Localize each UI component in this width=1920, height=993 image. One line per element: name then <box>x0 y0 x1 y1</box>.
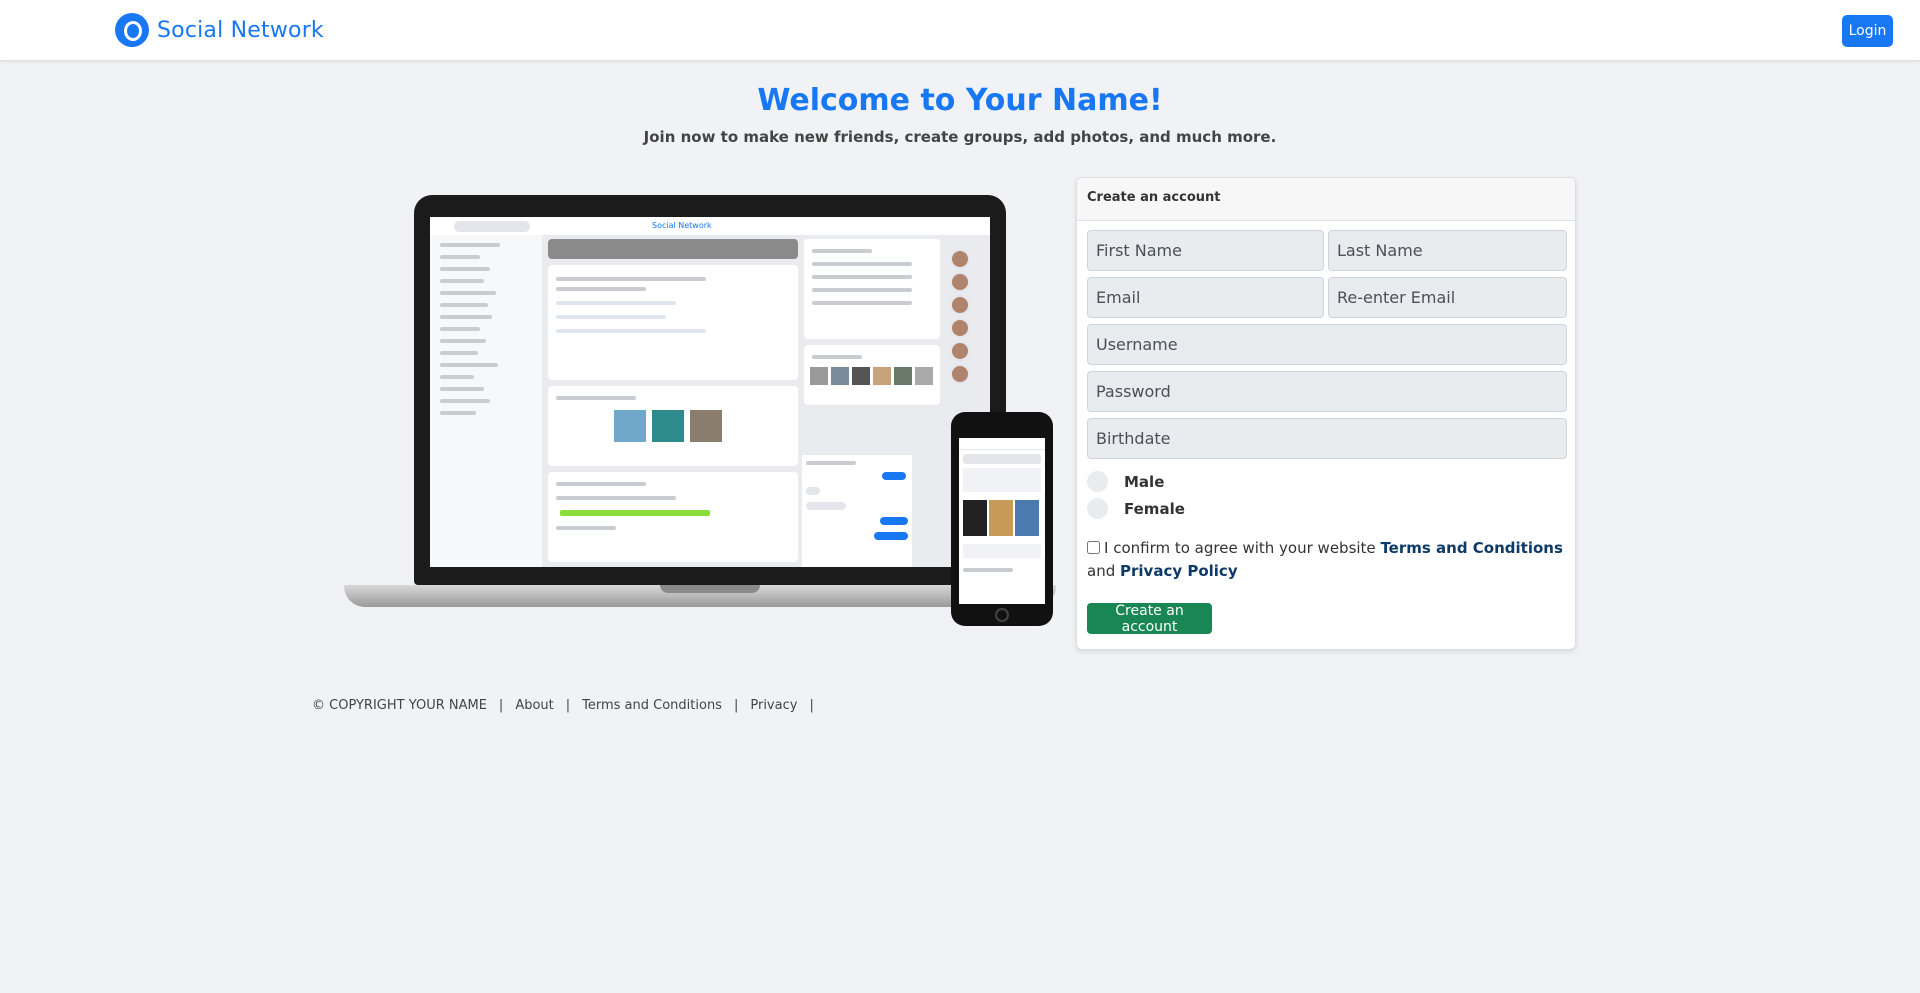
gender-female-option[interactable]: Female <box>1087 498 1185 519</box>
page-title: Welcome to Your Name! <box>757 83 1163 118</box>
login-button[interactable]: Login <box>1842 15 1893 47</box>
username-input[interactable] <box>1087 324 1567 365</box>
gender-male-option[interactable]: Male <box>1087 471 1164 492</box>
female-radio[interactable] <box>1087 498 1108 519</box>
footer-separator: | <box>565 698 571 713</box>
signup-card-header: Create an account <box>1077 178 1575 221</box>
mini-sidebar <box>430 235 542 567</box>
reenter-email-input[interactable] <box>1328 277 1567 318</box>
female-label: Female <box>1124 499 1185 518</box>
devices-illustration: Social Network <box>344 195 1056 615</box>
footer-about-link[interactable]: About <box>515 698 553 713</box>
mini-brand: Social Network <box>652 221 712 230</box>
footer-separator: | <box>733 698 739 713</box>
mini-online-avatars <box>950 249 976 387</box>
brand-logo-icon <box>115 13 149 47</box>
phone-illustration <box>951 412 1053 626</box>
mini-topbar: Social Network <box>430 217 990 235</box>
last-name-input[interactable] <box>1328 230 1567 271</box>
email-input[interactable] <box>1087 277 1324 318</box>
page-footer: © COPYRIGHT YOUR NAME | About | Terms an… <box>312 698 826 713</box>
copyright-text: © COPYRIGHT YOUR NAME <box>312 698 487 713</box>
mini-search-bar <box>454 221 530 232</box>
mini-feed <box>548 239 798 567</box>
create-account-button[interactable]: Create an account <box>1087 603 1212 635</box>
page-subtitle: Join now to make new friends, create gro… <box>643 128 1277 146</box>
birthdate-input[interactable] <box>1087 418 1567 459</box>
password-input[interactable] <box>1087 371 1567 412</box>
phone-home-button <box>995 608 1009 622</box>
male-radio[interactable] <box>1087 471 1108 492</box>
signup-card: Create an account Male Female I confirm … <box>1076 177 1576 650</box>
agree-text: I confirm to agree with your website <box>1104 539 1376 557</box>
mini-chat-window <box>802 455 912 567</box>
laptop-screen: Social Network <box>430 217 990 567</box>
footer-privacy-link[interactable]: Privacy <box>750 698 797 713</box>
footer-separator: | <box>498 698 504 713</box>
phone-screen <box>959 438 1045 604</box>
footer-terms-link[interactable]: Terms and Conditions <box>582 698 722 713</box>
footer-separator: | <box>809 698 814 713</box>
brand-link[interactable]: Social Network <box>115 13 324 47</box>
privacy-policy-link[interactable]: Privacy Policy <box>1120 562 1238 580</box>
male-label: Male <box>1124 472 1165 491</box>
agree-checkbox[interactable] <box>1087 541 1100 554</box>
brand-name: Social Network <box>157 17 324 43</box>
terms-link[interactable]: Terms and Conditions <box>1380 539 1562 557</box>
laptop-notch <box>660 585 760 593</box>
top-navbar: Social Network Login <box>0 0 1920 60</box>
first-name-input[interactable] <box>1087 230 1324 271</box>
agree-and-text: and <box>1087 562 1116 580</box>
terms-agreement: I confirm to agree with your website Ter… <box>1087 537 1567 583</box>
